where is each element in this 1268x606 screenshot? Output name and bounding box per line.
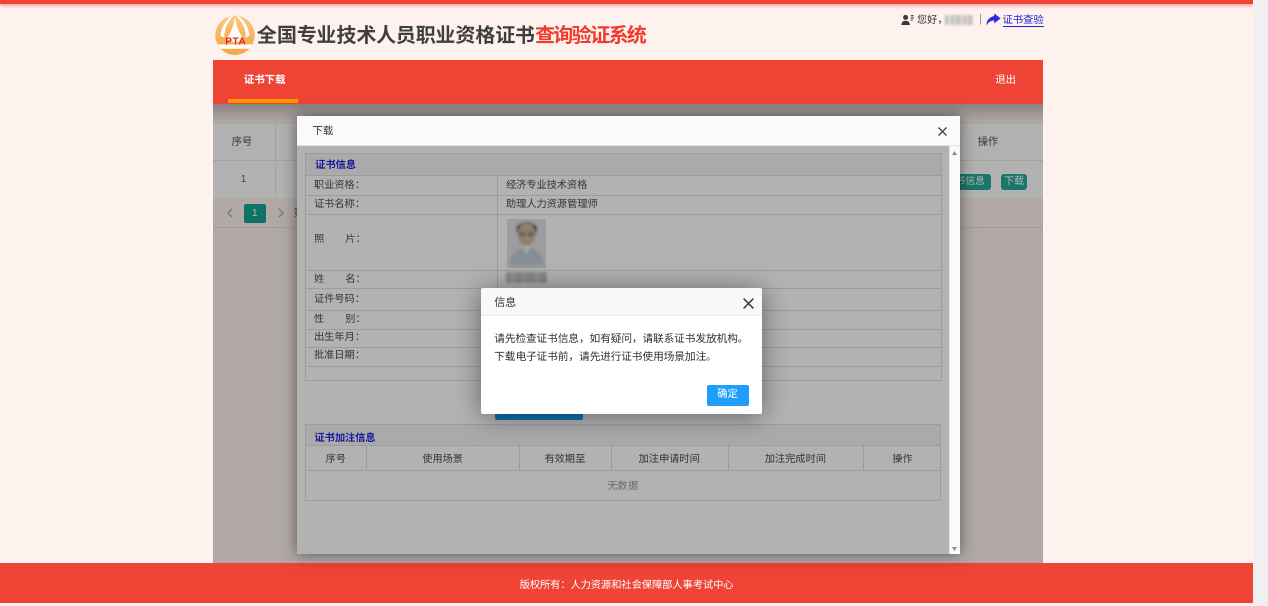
svg-text:PTA: PTA [225,37,246,48]
